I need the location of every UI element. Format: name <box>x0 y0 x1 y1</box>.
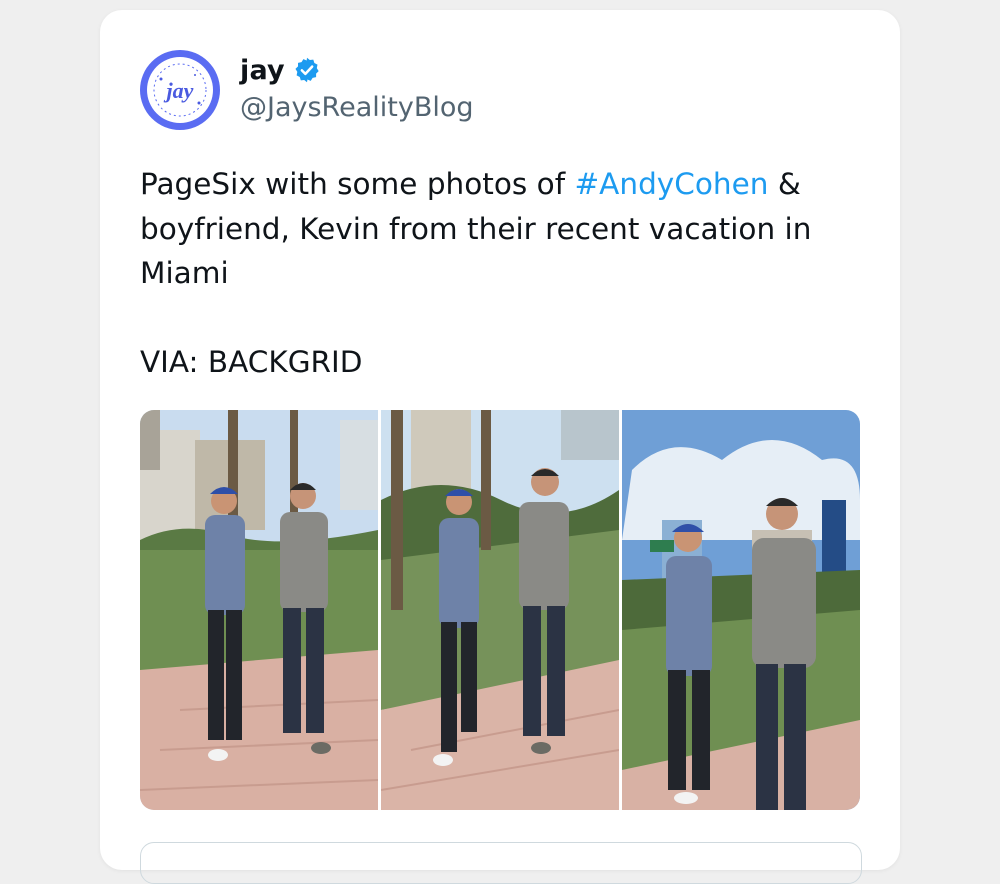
tweet-card: jay jay @JaysRealityBlog PageSix with so… <box>100 10 900 884</box>
card-preview-edge[interactable] <box>140 842 862 884</box>
verified-badge-icon <box>293 56 321 84</box>
hashtag-link[interactable]: #AndyCohen <box>574 167 768 201</box>
media-grid <box>140 410 860 810</box>
photo-2[interactable] <box>381 410 619 810</box>
user-handle[interactable]: @JaysRealityBlog <box>240 92 474 123</box>
display-name[interactable]: jay <box>240 55 285 86</box>
tweet-header: jay jay @JaysRealityBlog <box>140 50 860 130</box>
name-row: jay <box>240 52 321 88</box>
tweet-text: PageSix with some photos of #AndyCohen &… <box>140 162 870 385</box>
photo-1[interactable] <box>140 410 378 810</box>
photo-3[interactable] <box>622 410 860 810</box>
avatar-logo: jay <box>147 57 213 123</box>
svg-text:jay: jay <box>164 78 194 103</box>
tweet-text-part: PageSix with some photos of <box>140 167 575 201</box>
avatar[interactable]: jay <box>140 50 220 130</box>
